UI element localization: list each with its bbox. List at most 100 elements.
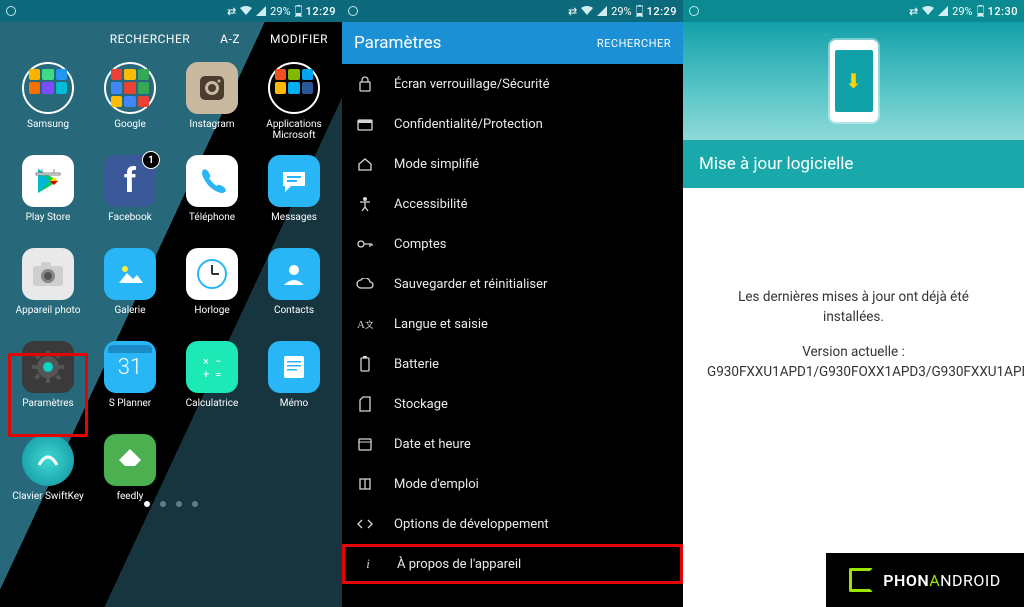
app-memo[interactable]: Mémo [256, 341, 332, 420]
app-microsoft-folder[interactable]: Applications Microsoft [256, 62, 332, 141]
book-icon [356, 477, 374, 491]
app-label: Appareil photo [16, 305, 81, 327]
signal-icon [597, 6, 607, 16]
battery-icon [295, 5, 302, 17]
app-clock[interactable]: Horloge [174, 248, 250, 327]
settings-item-lockscreen[interactable]: Écran verrouillage/Sécurité [342, 64, 683, 104]
settings-item-label: Mode d'emploi [394, 477, 479, 492]
key-icon [356, 239, 374, 249]
settings-item-storage[interactable]: Stockage [342, 384, 683, 424]
battery-icon [977, 5, 984, 17]
download-arrow-icon: ⬇ [845, 69, 862, 93]
settings-item-privacy[interactable]: Confidentialité/Protection [342, 104, 683, 144]
memo-icon [268, 341, 320, 393]
nfc-icon: ⇄ [909, 5, 918, 18]
settings-item-about[interactable]: i À propos de l'appareil [342, 544, 683, 584]
page-dot[interactable] [176, 501, 182, 507]
settings-list: Écran verrouillage/Sécurité Confidential… [342, 64, 683, 584]
settings-item-accessibility[interactable]: Accessibilité [342, 184, 683, 224]
settings-item-label: Options de développement [394, 517, 549, 532]
app-label: Google [114, 119, 146, 141]
app-phone[interactable]: Téléphone [174, 155, 250, 234]
swiftkey-icon [22, 434, 74, 486]
app-label: Calculatrice [186, 398, 239, 420]
app-contacts[interactable]: Contacts [256, 248, 332, 327]
app-label: Paramètres [22, 398, 73, 420]
svg-text:−: − [215, 355, 221, 368]
drawer-edit-link[interactable]: MODIFIER [270, 32, 328, 46]
update-illustration: ⬇ [683, 22, 1024, 140]
app-google-folder[interactable]: Google [92, 62, 168, 141]
settings-search-link[interactable]: RECHERCHER [597, 37, 671, 50]
app-facebook[interactable]: f 1 Facebook [92, 155, 168, 234]
page-dot[interactable] [192, 501, 198, 507]
app-settings[interactable]: Paramètres [10, 341, 86, 420]
settings-header: Paramètres RECHERCHER [342, 22, 683, 64]
gallery-icon [104, 248, 156, 300]
status-time: 12:30 [988, 5, 1018, 18]
calendar-icon [356, 437, 374, 451]
settings-item-label: Sauvegarder et réinitialiser [394, 277, 547, 292]
drawer-search-link[interactable]: RECHERCHER [110, 32, 190, 46]
settings-item-developer[interactable]: Options de développement [342, 504, 683, 544]
settings-item-datetime[interactable]: Date et heure [342, 424, 683, 464]
svg-text:文: 文 [365, 319, 373, 331]
notification-badge: 1 [142, 151, 160, 169]
page-dot[interactable] [144, 501, 150, 507]
app-label: Mémo [280, 398, 309, 420]
page-dot[interactable] [160, 501, 166, 507]
settings-item-battery[interactable]: Batterie [342, 344, 683, 384]
settings-title: Paramètres [354, 33, 441, 53]
folder-icon [22, 62, 74, 114]
calendar-icon: 31 [104, 341, 156, 393]
settings-item-label: Stockage [394, 397, 448, 412]
settings-item-language[interactable]: A文 Langue et saisie [342, 304, 683, 344]
app-label: Applications Microsoft [256, 119, 332, 141]
feedly-icon [104, 434, 156, 486]
location-icon [689, 6, 699, 16]
status-time: 12:29 [647, 5, 677, 18]
app-label: Facebook [108, 212, 151, 234]
page-title: Mise à jour logicielle [683, 140, 1024, 188]
app-camera[interactable]: Appareil photo [10, 248, 86, 327]
app-label: Horloge [194, 305, 229, 327]
app-label: Samsung [27, 119, 69, 141]
svg-text:+: + [203, 368, 209, 381]
phonandroid-logo-icon [849, 568, 873, 592]
page-indicator[interactable] [0, 501, 342, 507]
app-play-store[interactable]: Play Store [10, 155, 86, 234]
app-label: Galerie [114, 305, 145, 327]
gear-icon [22, 341, 74, 393]
settings-item-manual[interactable]: Mode d'emploi [342, 464, 683, 504]
language-icon: A文 [356, 317, 374, 331]
settings-item-label: Date et heure [394, 437, 471, 452]
status-bar: ⇄ 29% 12:29 [342, 0, 683, 22]
location-icon [6, 6, 16, 16]
app-label: Contacts [274, 305, 314, 327]
battery-text: 29% [611, 5, 631, 18]
folder-icon [104, 62, 156, 114]
privacy-icon [356, 117, 374, 131]
instagram-icon [186, 62, 238, 114]
app-label: Play Store [26, 212, 71, 234]
app-calculator[interactable]: ×−+= Calculatrice [174, 341, 250, 420]
sdcard-icon [356, 396, 374, 412]
settings-item-label: Accessibilité [394, 197, 468, 212]
app-gallery[interactable]: Galerie [92, 248, 168, 327]
app-label: Instagram [189, 119, 234, 141]
app-messages[interactable]: Messages [256, 155, 332, 234]
app-label: Messages [271, 212, 317, 234]
settings-item-backup[interactable]: Sauvegarder et réinitialiser [342, 264, 683, 304]
app-samsung-folder[interactable]: Samsung [10, 62, 86, 141]
settings-item-accounts[interactable]: Comptes [342, 224, 683, 264]
clock-icon [186, 248, 238, 300]
app-splanner[interactable]: 31 S Planner [92, 341, 168, 420]
svg-text:A: A [357, 319, 365, 331]
settings-item-easymode[interactable]: Mode simplifié [342, 144, 683, 184]
phone-illustration: ⬇ [830, 40, 878, 122]
camera-icon [22, 248, 74, 300]
watermark-phonandroid: PHONANDROID [826, 553, 1024, 607]
battery-icon [636, 5, 643, 17]
drawer-az-link[interactable]: A-Z [220, 32, 240, 46]
app-instagram[interactable]: Instagram [174, 62, 250, 141]
